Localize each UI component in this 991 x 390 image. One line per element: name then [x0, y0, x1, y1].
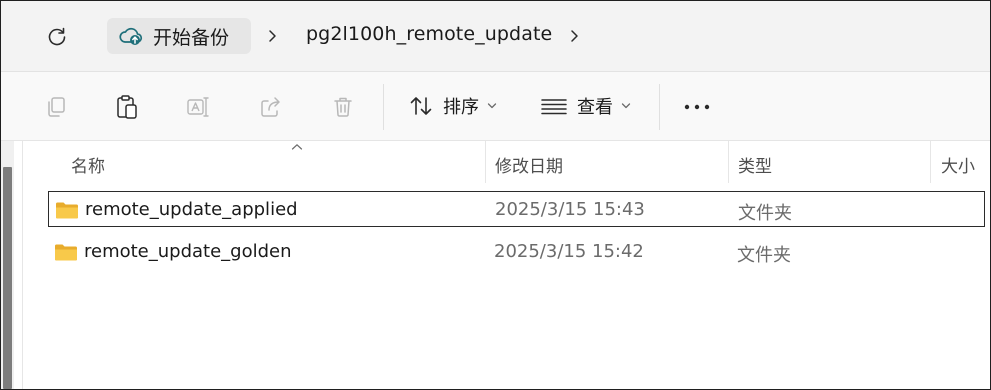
column-header: 名称 修改日期 类型 大小	[23, 141, 990, 183]
file-name: remote_update_applied	[85, 199, 298, 220]
sort-label: 排序	[443, 97, 479, 118]
command-bar: 排序 查看	[1, 72, 990, 141]
file-type: 文件夹	[738, 203, 792, 224]
paste-icon	[117, 95, 137, 119]
breadcrumb-separator-2[interactable]	[566, 26, 582, 46]
copy-icon	[48, 97, 65, 117]
refresh-button[interactable]	[39, 19, 75, 55]
chevron-down-icon	[621, 102, 631, 110]
breadcrumb-current-folder[interactable]: pg2l100h_remote_update	[306, 23, 552, 45]
file-modified: 2025/3/15 15:42	[494, 241, 644, 262]
column-divider[interactable]	[930, 141, 931, 183]
sort-menu[interactable]: 排序	[409, 91, 497, 121]
column-size[interactable]: 大小	[941, 152, 975, 177]
file-name: remote_update_golden	[84, 241, 292, 262]
more-icon	[684, 104, 710, 110]
address-bar: 开始备份 pg2l100h_remote_update	[1, 1, 990, 72]
folder-icon	[55, 244, 77, 261]
file-modified: 2025/3/15 15:43	[495, 199, 645, 220]
file-row[interactable]: remote_update_applied 2025/3/15 15:43 文件…	[48, 191, 985, 227]
view-label: 查看	[577, 97, 613, 118]
column-type[interactable]: 类型	[738, 152, 772, 177]
file-row[interactable]: remote_update_golden 2025/3/15 15:42 文件夹	[48, 234, 985, 270]
breadcrumb-separator-1[interactable]	[264, 26, 280, 46]
delete-button[interactable]	[330, 94, 356, 120]
sort-ascending-icon	[290, 142, 304, 152]
sort-icon	[410, 97, 432, 115]
rename-button[interactable]	[186, 94, 212, 120]
rename-icon	[187, 97, 209, 117]
view-list-icon	[541, 99, 567, 115]
column-modified[interactable]: 修改日期	[495, 152, 563, 177]
refresh-icon	[48, 27, 66, 46]
toolbar-divider	[659, 84, 660, 130]
file-type: 文件夹	[737, 245, 791, 266]
share-button[interactable]	[258, 94, 284, 120]
chevron-right-icon	[269, 30, 276, 42]
column-divider[interactable]	[485, 141, 486, 183]
cloud-backup-icon	[119, 27, 143, 45]
copy-button[interactable]	[43, 94, 69, 120]
breadcrumb-root[interactable]: 开始备份	[107, 18, 251, 54]
paste-button[interactable]	[114, 94, 140, 120]
breadcrumb-root-label: 开始备份	[153, 26, 230, 49]
more-options-button[interactable]	[681, 94, 713, 120]
navigation-pane-edge	[1, 141, 14, 389]
toolbar-divider	[383, 84, 384, 130]
chevron-down-icon	[487, 102, 497, 110]
column-divider[interactable]	[728, 141, 729, 183]
folder-icon	[56, 202, 78, 219]
chevron-right-icon	[571, 30, 578, 42]
share-icon	[261, 97, 280, 117]
view-menu[interactable]: 查看	[541, 91, 631, 121]
column-name[interactable]: 名称	[71, 152, 105, 177]
navigation-scrollbar[interactable]	[3, 167, 12, 389]
trash-icon	[334, 97, 352, 117]
